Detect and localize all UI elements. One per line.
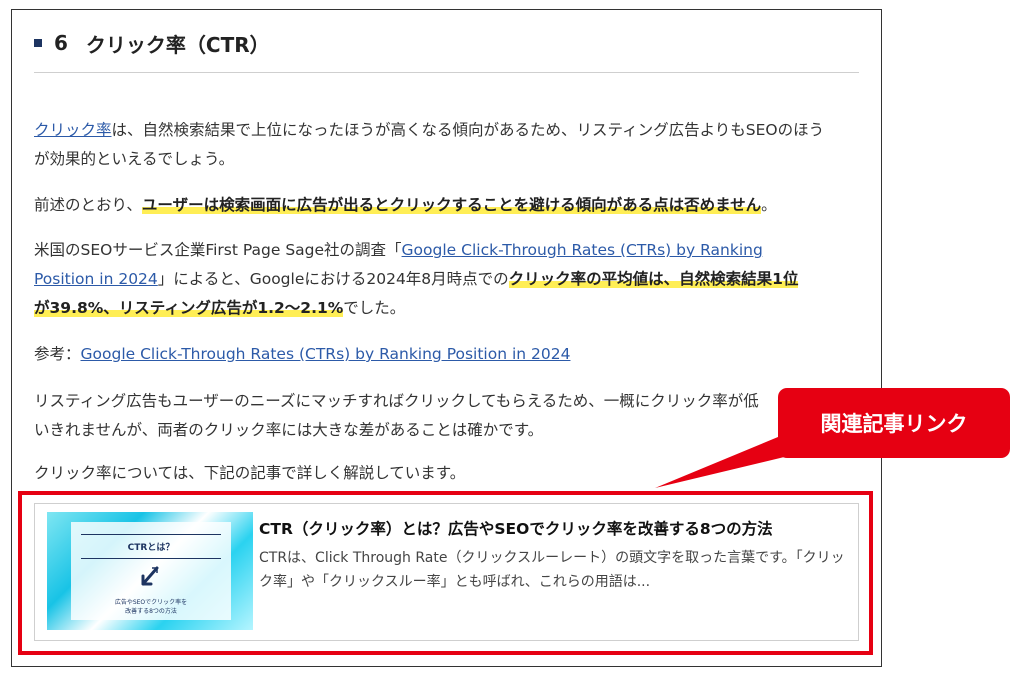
callout-pointer: [655, 432, 830, 488]
callout-label: 関連記事リンク: [778, 388, 1010, 458]
